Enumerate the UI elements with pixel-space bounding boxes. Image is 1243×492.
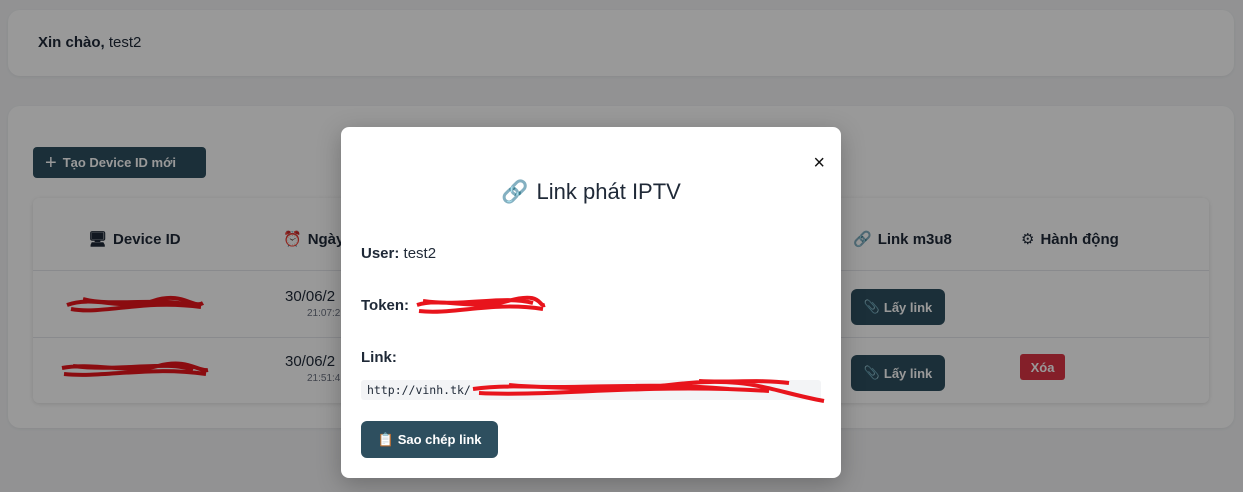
redacted-token	[416, 295, 546, 314]
link-icon: 🔗	[501, 179, 529, 204]
user-label: User:	[361, 245, 400, 262]
link-label: Link:	[361, 349, 397, 366]
close-icon[interactable]: ×	[813, 153, 825, 173]
page: Xin chào, test2 + Tạo Device ID mới 🖥 De…	[0, 0, 1243, 492]
modal-title: 🔗 Link phát IPTV	[341, 179, 841, 205]
copy-link-button[interactable]: 📋 Sao chép link	[361, 421, 498, 458]
clipboard-icon: 📋	[377, 431, 394, 447]
user-line: User: test2	[361, 245, 436, 262]
token-label: Token:	[361, 297, 410, 314]
user-value: test2	[403, 245, 437, 262]
modal-title-text: Link phát IPTV	[536, 179, 681, 204]
redacted-link	[472, 379, 825, 403]
copy-link-label: Sao chép link	[397, 432, 482, 447]
link-line: Link:	[361, 349, 397, 366]
token-line: Token:	[361, 297, 409, 314]
iptv-link-modal: × 🔗 Link phát IPTV User: test2 Token: Li…	[341, 127, 841, 478]
